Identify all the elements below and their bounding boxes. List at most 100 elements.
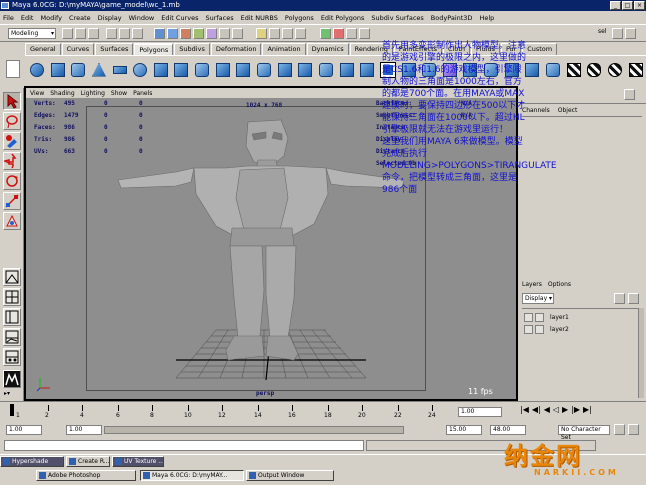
persp-graph-icon[interactable] bbox=[3, 328, 21, 346]
snap-point-icon[interactable] bbox=[282, 28, 293, 39]
cylindrical-mapping-icon[interactable] bbox=[584, 60, 603, 80]
taskbar-uv-texture[interactable]: UV Texture ... bbox=[112, 456, 164, 467]
menu-display[interactable]: Display bbox=[98, 14, 122, 22]
mask-icon[interactable] bbox=[232, 28, 243, 39]
poly-cube-icon[interactable] bbox=[48, 60, 67, 80]
go-to-end-icon[interactable]: ▶| bbox=[583, 405, 592, 414]
object-menu[interactable]: Object bbox=[558, 107, 578, 114]
panel-menu-lighting[interactable]: Lighting bbox=[81, 90, 105, 97]
layer-visibility-toggle[interactable] bbox=[524, 325, 533, 334]
taskbar-photoshop[interactable]: Adobe Photoshop bbox=[36, 470, 136, 481]
lasso-tool-icon[interactable] bbox=[3, 112, 21, 130]
time-slider[interactable]: 1 2 4 6 8 10 12 14 16 18 20 22 24 1.00 |… bbox=[0, 401, 646, 423]
move-tool-icon[interactable] bbox=[2, 152, 21, 170]
play-forward-icon[interactable]: ▶ bbox=[562, 405, 568, 414]
mel-command-input[interactable] bbox=[4, 440, 364, 451]
end-time-field[interactable]: 48.00 bbox=[490, 425, 526, 435]
auto-key-icon[interactable] bbox=[614, 424, 625, 435]
poly-cone-icon[interactable] bbox=[89, 60, 108, 80]
layer-visibility-toggle[interactable] bbox=[524, 313, 533, 322]
select-hierarchy-icon[interactable] bbox=[106, 28, 117, 39]
manipulator-tool-icon[interactable] bbox=[3, 212, 21, 230]
layer-display-type-toggle[interactable] bbox=[535, 313, 544, 322]
step-back-key-icon[interactable]: ◀| bbox=[532, 405, 541, 414]
render-globals-icon[interactable] bbox=[359, 28, 370, 39]
persp-outliner-icon[interactable] bbox=[3, 308, 21, 326]
toggle-channel-box-icon[interactable] bbox=[625, 28, 636, 39]
mask-icon[interactable] bbox=[219, 28, 230, 39]
menu-edit-polygons[interactable]: Edit Polygons bbox=[321, 14, 365, 22]
panel-menu-show[interactable]: Show bbox=[111, 90, 127, 97]
menu-polygons[interactable]: Polygons bbox=[285, 14, 314, 22]
tab-subdivs[interactable]: Subdivs bbox=[174, 43, 210, 55]
options-menu[interactable]: Options bbox=[548, 281, 571, 288]
panel-menu-shading[interactable]: Shading bbox=[50, 90, 74, 97]
maximize-button[interactable]: □ bbox=[622, 1, 633, 10]
mask-icon[interactable] bbox=[154, 28, 165, 39]
rotate-tool-icon[interactable] bbox=[3, 172, 21, 190]
menu-subdiv-surfaces[interactable]: Subdiv Surfaces bbox=[371, 14, 423, 22]
save-scene-icon[interactable] bbox=[88, 28, 99, 39]
history-icon[interactable] bbox=[320, 28, 331, 39]
shelf-menu-button[interactable] bbox=[6, 60, 20, 78]
scale-tool-icon[interactable] bbox=[3, 192, 21, 210]
poly-plane-icon[interactable] bbox=[110, 60, 129, 80]
taskbar-maya[interactable]: Maya 6.0CG: D:\myMAY... bbox=[140, 470, 244, 481]
mask-icon[interactable] bbox=[180, 28, 191, 39]
layer-row[interactable]: layer2 bbox=[524, 325, 569, 334]
tab-surfaces[interactable]: Surfaces bbox=[95, 43, 134, 55]
layers-menu[interactable]: Layers bbox=[522, 281, 542, 288]
new-scene-icon[interactable] bbox=[62, 28, 73, 39]
taskbar-output-window[interactable]: Output Window bbox=[246, 470, 334, 481]
minimize-button[interactable]: _ bbox=[610, 1, 621, 10]
snap-surface-icon[interactable] bbox=[295, 28, 306, 39]
mode-dropdown[interactable]: Modeling bbox=[8, 28, 56, 39]
tab-deformation[interactable]: Deformation bbox=[210, 43, 262, 55]
step-forward-icon[interactable]: |▶ bbox=[571, 405, 580, 414]
ipr-render-icon[interactable] bbox=[346, 28, 357, 39]
menu-edit-nurbs[interactable]: Edit NURBS bbox=[241, 14, 278, 22]
render-icon[interactable] bbox=[333, 28, 344, 39]
menu-help[interactable]: Help bbox=[479, 14, 494, 22]
spherical-mapping-icon[interactable] bbox=[605, 60, 624, 80]
layer-display-type-toggle[interactable] bbox=[535, 325, 544, 334]
current-frame-field[interactable]: 1.00 bbox=[458, 407, 502, 417]
menu-file[interactable]: File bbox=[3, 14, 14, 22]
taskbar-create-render[interactable]: Create R... bbox=[66, 456, 110, 467]
bevel-icon[interactable] bbox=[337, 60, 356, 80]
playback-end-field[interactable]: 15.00 bbox=[446, 425, 482, 435]
bridge-icon[interactable] bbox=[233, 60, 252, 80]
snap-grid-icon[interactable] bbox=[256, 28, 267, 39]
mask-icon[interactable] bbox=[206, 28, 217, 39]
menu-edit-curves[interactable]: Edit Curves bbox=[161, 14, 198, 22]
planar-mapping-icon[interactable] bbox=[564, 60, 583, 80]
poly-cylinder-icon[interactable] bbox=[68, 60, 87, 80]
menu-surfaces[interactable]: Surfaces bbox=[205, 14, 233, 22]
menu-window[interactable]: Window bbox=[129, 14, 155, 22]
cut-faces-icon[interactable] bbox=[543, 60, 562, 80]
mask-icon[interactable] bbox=[193, 28, 204, 39]
go-to-start-icon[interactable]: |◀ bbox=[520, 405, 529, 414]
tab-general[interactable]: General bbox=[25, 43, 61, 55]
tab-polygons[interactable]: Polygons bbox=[134, 43, 174, 55]
layers-scrollbar[interactable] bbox=[638, 308, 644, 398]
menu-modify[interactable]: Modify bbox=[40, 14, 62, 22]
step-back-icon[interactable]: ◀ bbox=[544, 405, 550, 414]
layer-type-dropdown[interactable]: Display bbox=[522, 293, 554, 304]
mask-icon[interactable] bbox=[167, 28, 178, 39]
panel-menu-panels[interactable]: Panels bbox=[133, 90, 152, 97]
new-layer-selected-icon[interactable] bbox=[628, 293, 639, 304]
poly-torus-icon[interactable] bbox=[130, 60, 149, 80]
subdivide-icon[interactable] bbox=[357, 60, 376, 80]
toolbox-expand-icon[interactable]: ▸▾ bbox=[4, 390, 10, 397]
character-set-field[interactable]: No Character Set bbox=[558, 425, 610, 441]
menu-edit[interactable]: Edit bbox=[21, 14, 34, 22]
select-object-icon[interactable] bbox=[119, 28, 130, 39]
start-time-field[interactable]: 1.00 bbox=[6, 425, 42, 435]
anim-prefs-icon[interactable] bbox=[628, 424, 639, 435]
automatic-mapping-icon[interactable] bbox=[626, 60, 645, 80]
layer-row[interactable]: layer1 bbox=[524, 313, 569, 322]
open-scene-icon[interactable] bbox=[75, 28, 86, 39]
single-view-icon[interactable] bbox=[3, 268, 21, 286]
extrude-face-icon[interactable] bbox=[192, 60, 211, 80]
